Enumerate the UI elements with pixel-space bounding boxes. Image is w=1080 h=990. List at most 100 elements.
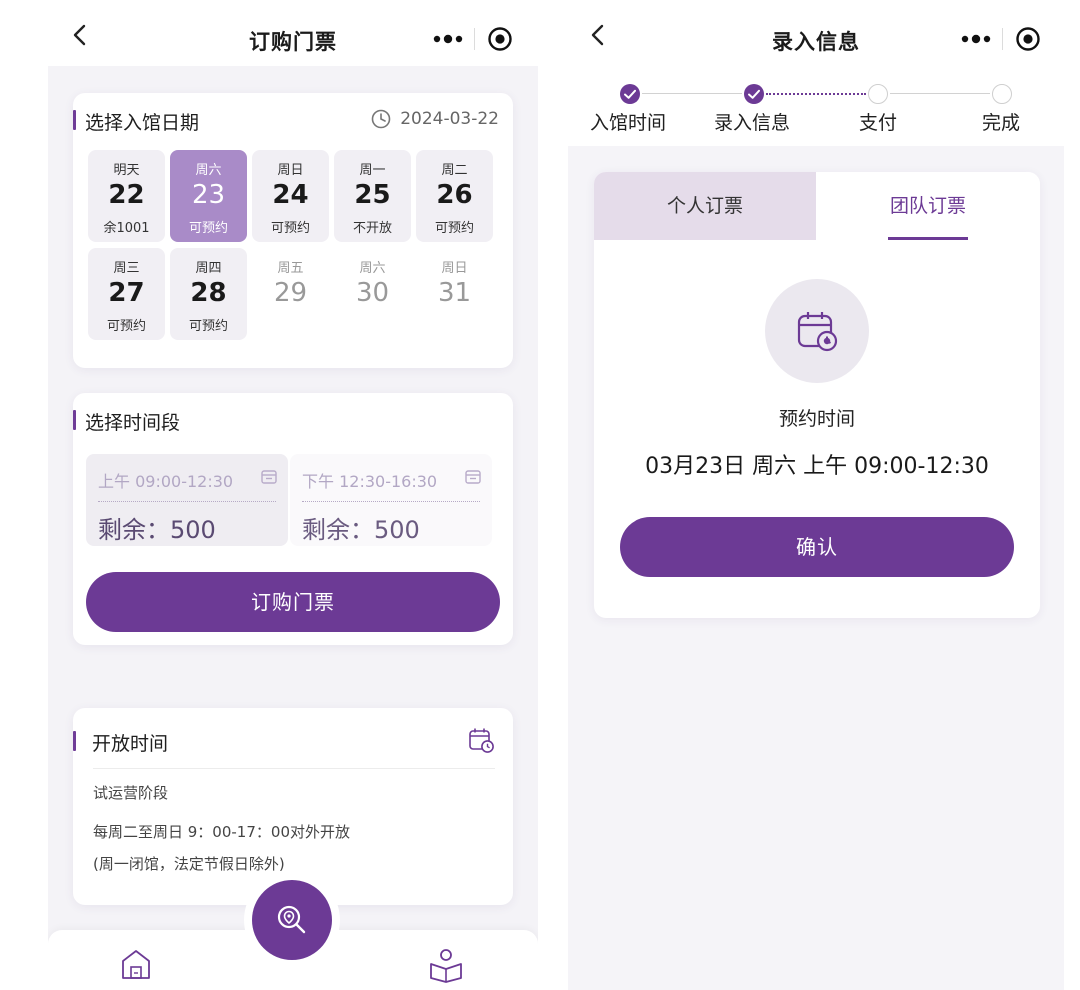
slot-divider: [98, 501, 276, 502]
reservation-card: 个人订票 团队订票 预约时间 03月23日 周六 上午 09:00-12:30 …: [594, 172, 1040, 618]
date-week: 周二: [441, 163, 468, 178]
date-day: 31: [437, 278, 472, 308]
reserve-label: 预约时间: [778, 408, 855, 430]
date-day: 29: [273, 278, 308, 308]
map-search-fab[interactable]: [252, 880, 332, 960]
target-circle-icon: [488, 27, 512, 51]
opening-section-title: 开放时间: [73, 729, 168, 756]
step-2-node: [744, 84, 764, 104]
date-status: 不开放: [352, 221, 392, 236]
calendar-icon: [261, 470, 277, 484]
date-week: 周四: [195, 261, 222, 276]
date-status: 可预约: [188, 319, 228, 334]
tab-group[interactable]: 团队订票: [816, 172, 1040, 240]
date-status: 可预约: [270, 221, 310, 236]
date-week: 周日: [441, 261, 468, 276]
step-connector: [642, 93, 742, 94]
step-connector: [766, 93, 866, 95]
more-dots-icon: [961, 34, 990, 44]
date-week: 周日: [277, 163, 304, 178]
calendar-badge: [765, 279, 869, 383]
slot-remaining: 剩余：500: [302, 516, 420, 544]
date-cell-24[interactable]: 周日 24 可预约: [252, 150, 329, 242]
close-button[interactable]: [1002, 20, 1054, 58]
order-ticket-button[interactable]: 订购门票: [86, 572, 500, 632]
date-day: 22: [108, 180, 145, 210]
date-cell-26[interactable]: 周二 26 可预约: [416, 150, 493, 242]
home-tab[interactable]: [116, 944, 160, 988]
date-cell-23[interactable]: 周六 23 可预约: [170, 150, 247, 242]
step-label: 支付: [859, 112, 898, 134]
date-status: 可预约: [434, 221, 474, 236]
date-week: 周五: [277, 261, 304, 276]
step-4-node: [992, 84, 1012, 104]
home-icon: [122, 950, 150, 979]
navigation-bar: 录入信息: [568, 0, 1064, 66]
slot-afternoon[interactable]: 下午 12:30-16:30 剩余：500: [290, 454, 492, 546]
date-day: 30: [355, 278, 390, 308]
date-day: 23: [191, 180, 226, 210]
confirm-button[interactable]: 确认: [620, 517, 1014, 577]
date-status: 可预约: [106, 319, 146, 334]
slot-remaining: 剩余：500: [98, 516, 216, 544]
date-day: 24: [272, 180, 309, 210]
reserve-value: 03月23日 周六 上午 09:00-12:30: [645, 454, 989, 479]
slot-time: 下午 12:30-16:30: [302, 472, 438, 491]
navigation-bar: 订购门票: [48, 0, 538, 66]
current-date-display: 2024-03-22: [370, 108, 499, 130]
date-day: 26: [436, 180, 473, 210]
more-button[interactable]: [950, 20, 1002, 58]
more-dots-icon: [433, 34, 462, 44]
more-button[interactable]: [422, 20, 474, 58]
date-cell-31: 周日 31: [416, 248, 493, 340]
reader-tab[interactable]: [426, 944, 470, 988]
date-week: 周六: [359, 261, 386, 276]
date-cell-28[interactable]: 周四 28 可预约: [170, 248, 247, 340]
close-button[interactable]: [474, 20, 526, 58]
reader-book-icon: [430, 949, 462, 983]
date-day: 27: [108, 278, 145, 308]
slot-divider: [302, 501, 480, 502]
calendar-clock-icon: [797, 312, 838, 352]
step-3-node: [868, 84, 888, 104]
step-connector: [890, 93, 990, 94]
tab-active-indicator: [888, 237, 968, 240]
check-icon: [748, 89, 760, 99]
date-week: 周六: [195, 163, 222, 178]
step-label: 入馆时间: [590, 112, 667, 134]
opening-divider: [93, 768, 495, 769]
date-cell-29: 周五 29: [252, 248, 329, 340]
step-label: 完成: [982, 112, 1021, 134]
date-status: 可预约: [188, 221, 228, 236]
date-week: 明天: [113, 163, 140, 178]
location-search-icon: [277, 905, 306, 934]
tab-group-label: 团队订票: [889, 195, 966, 217]
date-select-card: 选择入馆日期 2024-03-22 明天 22 余1001 周六 23 可预约 …: [73, 93, 513, 368]
mini-program-capsule: [422, 20, 526, 58]
opening-line-3: (周一闭馆，法定节假日除外): [93, 855, 285, 873]
date-cell-30: 周六 30: [334, 248, 411, 340]
current-date-text: 2024-03-22: [400, 109, 499, 129]
time-section-title: 选择时间段: [73, 408, 180, 435]
opening-hours-card: 开放时间 试运营阶段 每周二至周日 9：00-17：00对外开放 (周一闭馆，法…: [73, 708, 513, 905]
clock-icon: [371, 109, 391, 129]
mini-program-capsule: [950, 20, 1054, 58]
check-icon: [624, 89, 636, 99]
opening-line-1: 试运营阶段: [93, 784, 169, 802]
date-week: 周一: [359, 163, 386, 178]
slot-morning[interactable]: 上午 09:00-12:30 剩余：500: [86, 454, 288, 546]
step-1-node: [620, 84, 640, 104]
calendar-icon: [465, 470, 481, 484]
date-week: 周三: [113, 261, 140, 276]
time-slot-card: 选择时间段 上午 09:00-12:30 剩余：500 下午 12:30-16:…: [73, 393, 513, 645]
date-status: 余1001: [103, 221, 150, 236]
opening-line-2: 每周二至周日 9：00-17：00对外开放: [93, 823, 350, 841]
date-cell-27[interactable]: 周三 27 可预约: [88, 248, 165, 340]
date-cell-22[interactable]: 明天 22 余1001: [88, 150, 165, 242]
progress-steps: 入馆时间 录入信息 支付 完成: [568, 66, 1064, 146]
tab-individual[interactable]: 个人订票: [594, 172, 816, 240]
enter-info-screen: 录入信息 入馆时间 录入信息 支付 完成 个人订票 团队订票 预约时间 03月2…: [568, 0, 1064, 990]
target-circle-icon: [1016, 27, 1040, 51]
date-cell-25[interactable]: 周一 25 不开放: [334, 150, 411, 242]
date-section-title: 选择入馆日期: [73, 108, 199, 135]
